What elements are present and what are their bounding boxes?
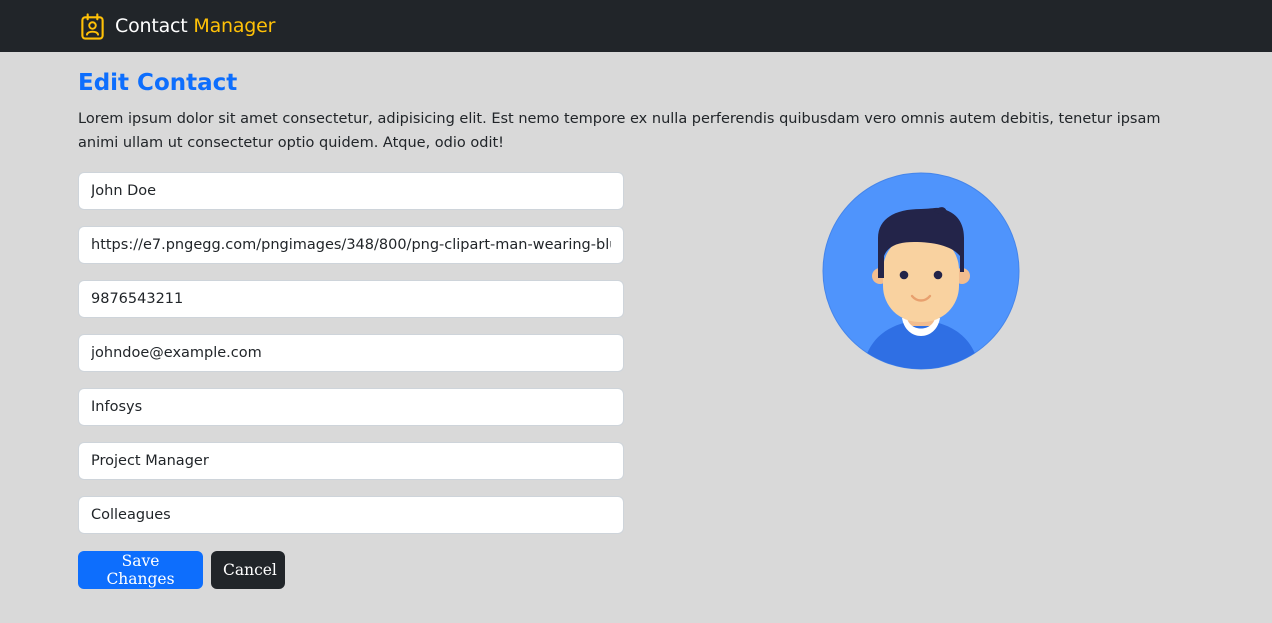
group-input[interactable] bbox=[78, 496, 624, 534]
form-actions: Save Changes Cancel bbox=[78, 550, 624, 589]
brand-link[interactable]: Contact Manager bbox=[79, 12, 275, 40]
male-avatar-icon bbox=[822, 172, 1020, 370]
edit-contact-section: Save Changes Cancel bbox=[78, 172, 1194, 589]
company-input[interactable] bbox=[78, 388, 624, 426]
page-description: Lorem ipsum dolor sit amet consectetur, … bbox=[78, 111, 1161, 151]
page-title: Edit Contact bbox=[78, 70, 238, 96]
contact-book-icon bbox=[81, 12, 104, 40]
cancel-button[interactable]: Cancel bbox=[211, 551, 285, 589]
photo-url-input[interactable] bbox=[78, 226, 624, 264]
main-content: Edit Contact Lorem ipsum dolor sit amet … bbox=[0, 52, 1272, 589]
mobile-input[interactable] bbox=[78, 280, 624, 318]
name-input[interactable] bbox=[78, 172, 624, 210]
brand-name-primary: Contact bbox=[115, 15, 188, 37]
navbar: Contact Manager bbox=[0, 0, 1272, 52]
contact-avatar bbox=[822, 172, 1020, 370]
brand-name-accent: Manager bbox=[193, 15, 276, 37]
title-input[interactable] bbox=[78, 442, 624, 480]
save-changes-button[interactable]: Save Changes bbox=[78, 551, 203, 589]
email-input[interactable] bbox=[78, 334, 624, 372]
edit-contact-form: Save Changes Cancel bbox=[78, 172, 624, 589]
brand-name: Contact Manager bbox=[115, 15, 275, 37]
